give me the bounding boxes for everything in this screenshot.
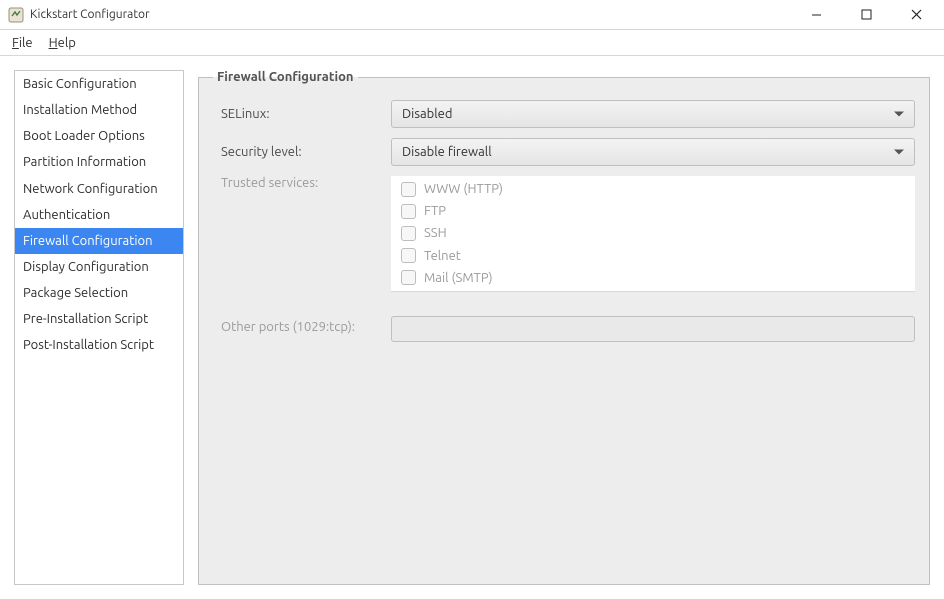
maximize-button[interactable] [850,5,882,25]
sidebar-item-network-configuration[interactable]: Network Configuration [15,176,183,202]
app-icon [8,7,24,23]
selinux-value: Disabled [402,107,452,121]
other-ports-label: Other ports (1029:tcp): [213,316,383,334]
trusted-services-list: WWW (HTTP) FTP SSH Telnet [391,176,915,292]
sidebar-item-basic-configuration[interactable]: Basic Configuration [15,71,183,97]
menu-file[interactable]: FFileile [12,36,33,50]
trusted-service-label: Telnet [424,247,461,265]
menu-help[interactable]: HHelpelp [49,36,76,50]
checkbox-icon[interactable] [401,270,416,285]
trusted-service-telnet: Telnet [391,245,915,267]
sidebar-item-authentication[interactable]: Authentication [15,202,183,228]
other-ports-input[interactable] [391,316,915,342]
sidebar-item-post-installation-script[interactable]: Post-Installation Script [15,332,183,358]
trusted-service-label: Mail (SMTP) [424,269,493,287]
sidebar-item-display-configuration[interactable]: Display Configuration [15,254,183,280]
window-titlebar: Kickstart Configurator [0,0,944,30]
window-buttons [800,5,936,25]
sidebar: Basic Configuration Installation Method … [14,70,184,585]
sidebar-item-installation-method[interactable]: Installation Method [15,97,183,123]
trusted-service-label: FTP [424,202,446,220]
trusted-service-ftp: FTP [391,200,915,222]
checkbox-icon[interactable] [401,226,416,241]
sidebar-item-package-selection[interactable]: Package Selection [15,280,183,306]
firewall-configuration-panel: Firewall Configuration SELinux: Disabled… [198,70,930,585]
checkbox-icon[interactable] [401,248,416,263]
panel-legend: Firewall Configuration [213,70,358,84]
main-panel: Firewall Configuration SELinux: Disabled… [198,70,930,585]
selinux-select[interactable]: Disabled [391,100,915,128]
trusted-service-mail: Mail (SMTP) [391,267,915,289]
security-level-label: Security level: [213,145,383,159]
checkbox-icon[interactable] [401,182,416,197]
sidebar-item-partition-information[interactable]: Partition Information [15,149,183,175]
sidebar-item-boot-loader-options[interactable]: Boot Loader Options [15,123,183,149]
trusted-service-label: WWW (HTTP) [424,180,503,198]
selinux-label: SELinux: [213,107,383,121]
checkbox-icon[interactable] [401,204,416,219]
close-button[interactable] [900,5,932,25]
trusted-services-label: Trusted services: [213,176,383,190]
sidebar-item-firewall-configuration[interactable]: Firewall Configuration [15,228,183,254]
sidebar-item-pre-installation-script[interactable]: Pre-Installation Script [15,306,183,332]
security-level-value: Disable firewall [402,145,492,159]
trusted-service-www: WWW (HTTP) [391,178,915,200]
security-level-select[interactable]: Disable firewall [391,138,915,166]
window-title: Kickstart Configurator [30,8,800,21]
menubar: FFileile HHelpelp [0,30,944,56]
trusted-service-label: SSH [424,224,447,242]
content-area: Basic Configuration Installation Method … [0,56,944,599]
minimize-button[interactable] [800,5,832,25]
trusted-service-ssh: SSH [391,222,915,244]
